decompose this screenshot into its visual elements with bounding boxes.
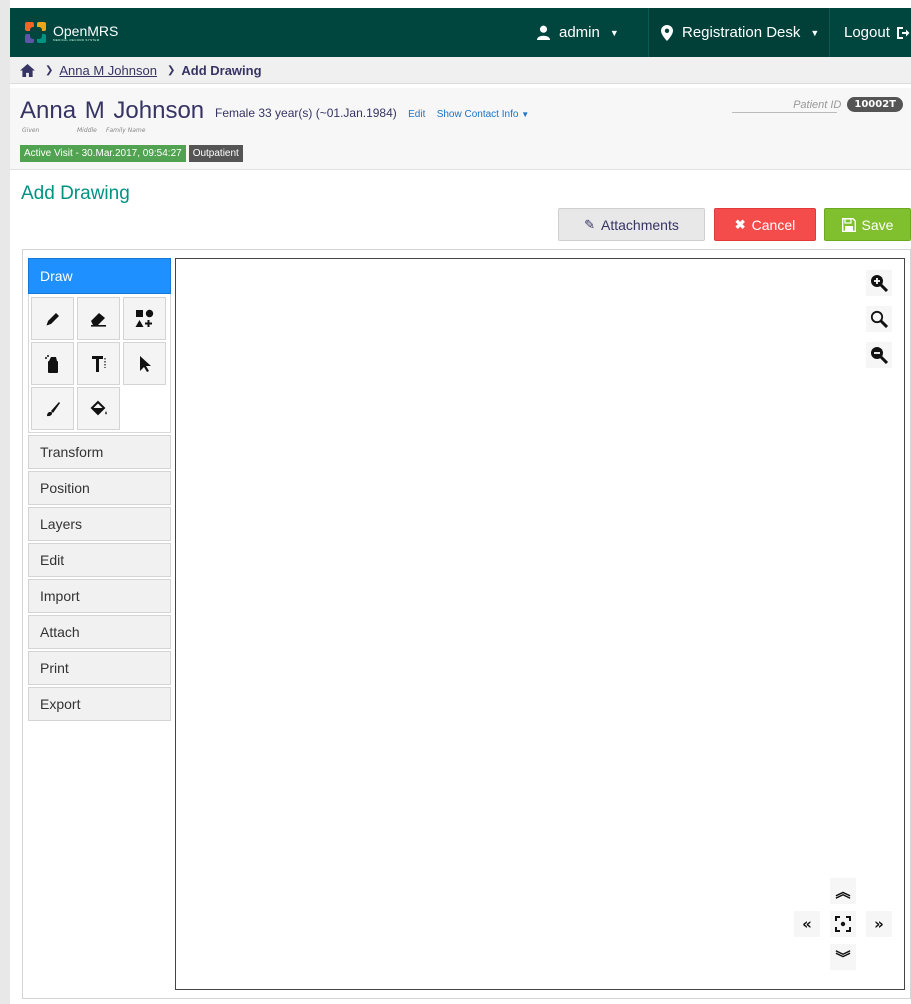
openmrs-logo[interactable]: OpenMRS MEDICAL RECORD SYSTEM bbox=[25, 22, 118, 44]
patient-header: Anna M Johnson Given Middle Family Name … bbox=[10, 88, 911, 170]
user-icon bbox=[536, 25, 551, 40]
user-menu[interactable]: admin ▼ bbox=[536, 8, 619, 57]
visit-type-badge: Outpatient bbox=[188, 145, 243, 162]
drawing-menu: Draw Transform Position Layers Edit Impo… bbox=[28, 258, 171, 721]
draw-tools bbox=[28, 294, 171, 433]
show-contact-info-link[interactable]: Show Contact Info ▼ bbox=[437, 109, 529, 120]
zoom-out-icon[interactable] bbox=[866, 342, 892, 368]
menu-layers[interactable]: Layers bbox=[28, 507, 171, 541]
logout-link[interactable]: Logout bbox=[844, 8, 910, 57]
pencil-icon[interactable] bbox=[31, 297, 74, 340]
home-icon[interactable] bbox=[20, 63, 35, 77]
patient-demographics: Female 33 year(s) (~01.Jan.1984) Edit Sh… bbox=[215, 106, 529, 120]
patient-id-badge: 10002T bbox=[847, 97, 903, 112]
patient-id-label: Patient ID bbox=[793, 98, 842, 111]
patient-name: Anna M Johnson bbox=[20, 97, 206, 125]
pan-right-icon[interactable]: » bbox=[866, 911, 892, 937]
pan-left-icon[interactable]: « bbox=[794, 911, 820, 937]
patient-age: 33 year(s) (~01.Jan.1984) bbox=[258, 106, 397, 120]
openmrs-logo-icon bbox=[25, 22, 47, 44]
app-tagline: MEDICAL RECORD SYSTEM bbox=[53, 38, 100, 42]
patient-id: Patient ID 10002T bbox=[793, 97, 903, 112]
select-pointer-icon[interactable] bbox=[123, 342, 166, 385]
caret-down-icon: ▼ bbox=[521, 110, 530, 119]
attachments-button[interactable]: ✎ Attachments bbox=[558, 208, 705, 241]
caret-down-icon: ▼ bbox=[609, 27, 619, 38]
save-button[interactable]: Save bbox=[824, 208, 911, 241]
shapes-icon[interactable] bbox=[123, 297, 166, 340]
left-gutter bbox=[0, 0, 10, 1004]
brush-icon[interactable] bbox=[31, 387, 74, 430]
menu-export[interactable]: Export bbox=[28, 687, 171, 721]
drawing-canvas[interactable]: ︽ « » ︾ bbox=[175, 258, 905, 990]
paperclip-icon: ✎ bbox=[584, 216, 596, 232]
paint-bucket-icon[interactable] bbox=[77, 387, 120, 430]
pan-up-icon[interactable]: ︽ bbox=[830, 878, 856, 904]
patient-middle-name: M bbox=[84, 97, 105, 124]
caret-down-icon: ▼ bbox=[810, 27, 820, 38]
family-name-label: Family Name bbox=[106, 127, 146, 134]
close-icon: ✖ bbox=[734, 216, 746, 232]
user-name: admin bbox=[559, 24, 600, 41]
pan-down-icon[interactable]: ︾ bbox=[830, 944, 856, 970]
chevron-right-icon: ❯ bbox=[45, 64, 54, 76]
app-name: OpenMRS bbox=[53, 23, 119, 39]
page-title: Add Drawing bbox=[21, 183, 130, 204]
chevron-right-icon: ❯ bbox=[166, 64, 176, 76]
location-name: Registration Desk bbox=[682, 24, 801, 41]
given-label: Given bbox=[22, 127, 40, 134]
edit-patient-link[interactable]: Edit bbox=[408, 109, 425, 120]
logout-icon bbox=[896, 26, 910, 39]
zoom-reset-icon[interactable] bbox=[866, 306, 892, 332]
zoom-in-icon[interactable] bbox=[866, 270, 892, 296]
patient-given-name: Anna bbox=[20, 97, 77, 124]
menu-print[interactable]: Print bbox=[28, 651, 171, 685]
floppy-disk-icon bbox=[841, 217, 856, 232]
logout-label: Logout bbox=[844, 24, 890, 41]
center-view-icon[interactable] bbox=[830, 911, 856, 937]
eraser-icon[interactable] bbox=[77, 297, 120, 340]
map-marker-icon bbox=[661, 24, 673, 41]
spray-can-icon[interactable] bbox=[31, 342, 74, 385]
patient-family-name: Johnson bbox=[113, 97, 205, 124]
menu-transform[interactable]: Transform bbox=[28, 435, 171, 469]
menu-position[interactable]: Position bbox=[28, 471, 171, 505]
show-contact-label: Show Contact Info bbox=[436, 109, 519, 120]
top-header: OpenMRS MEDICAL RECORD SYSTEM admin ▼ Re… bbox=[10, 8, 911, 57]
cancel-label: Cancel bbox=[751, 216, 796, 233]
menu-edit[interactable]: Edit bbox=[28, 543, 171, 577]
middle-label: Middle bbox=[77, 127, 97, 134]
save-label: Save bbox=[861, 216, 894, 233]
menu-attach[interactable]: Attach bbox=[28, 615, 171, 649]
breadcrumb-patient[interactable]: Anna M Johnson bbox=[59, 63, 157, 78]
text-tool-icon[interactable] bbox=[77, 342, 120, 385]
patient-id-divider bbox=[732, 112, 837, 113]
location-menu[interactable]: Registration Desk ▼ bbox=[648, 8, 830, 57]
attachments-label: Attachments bbox=[601, 216, 679, 233]
patient-gender: Female bbox=[215, 106, 256, 120]
breadcrumb-current: Add Drawing bbox=[181, 62, 262, 78]
menu-draw[interactable]: Draw bbox=[28, 258, 171, 294]
visit-badges: Active Visit - 30.Mar.2017, 09:54:27 Out… bbox=[20, 145, 243, 162]
menu-import[interactable]: Import bbox=[28, 579, 171, 613]
active-visit-badge[interactable]: Active Visit - 30.Mar.2017, 09:54:27 bbox=[20, 145, 186, 162]
cancel-button[interactable]: ✖ Cancel bbox=[714, 208, 816, 241]
breadcrumb: ❯ Anna M Johnson ❯ Add Drawing bbox=[10, 57, 911, 84]
